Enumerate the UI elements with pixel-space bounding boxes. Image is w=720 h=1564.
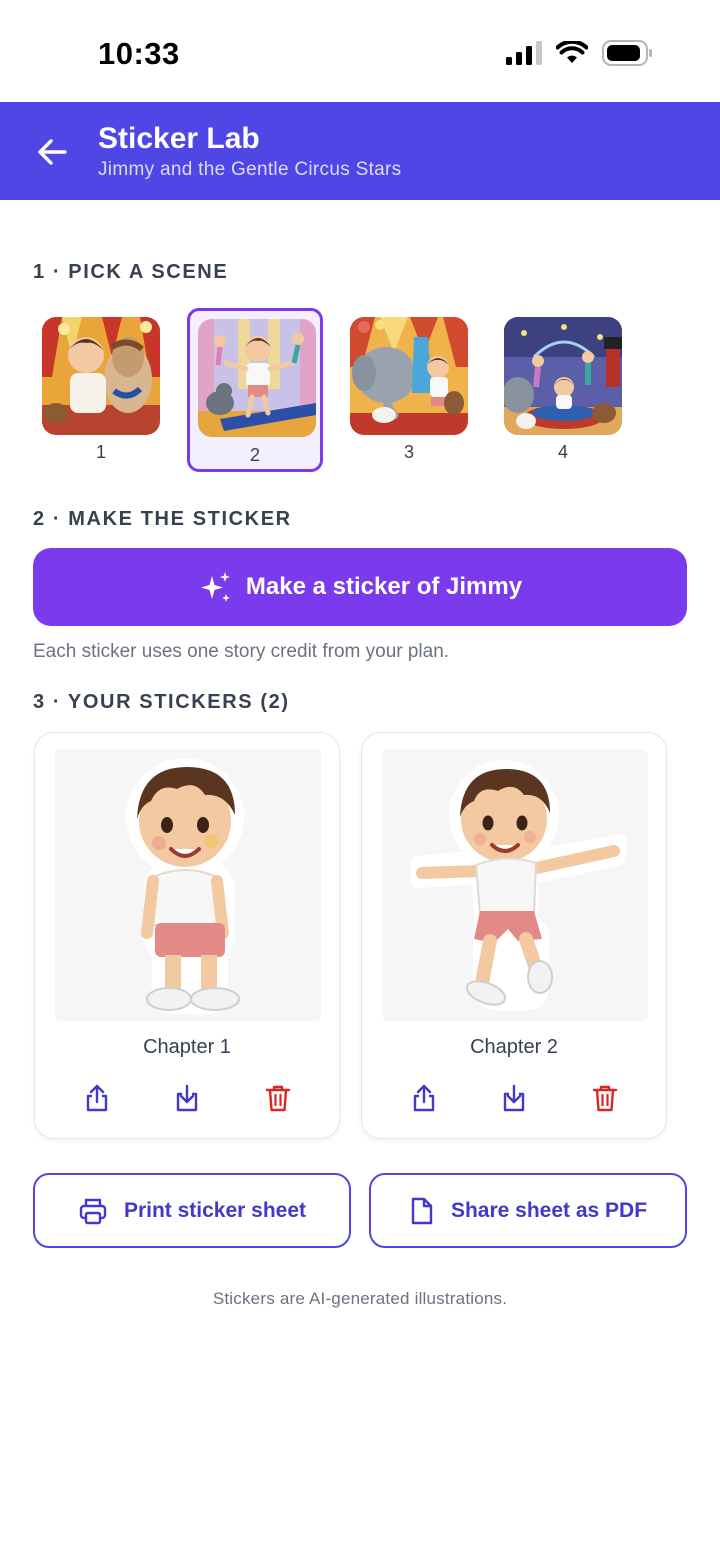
trash-icon (265, 1085, 291, 1112)
scene-number: 4 (557, 442, 568, 462)
sticker-actions (35, 1080, 339, 1116)
scene-number: 3 (403, 442, 414, 462)
share-sheet-pdf-button[interactable]: Share sheet as PDF (369, 1173, 687, 1248)
share-sheet-pdf-label: Share sheet as PDF (450, 1198, 648, 1222)
sticker-card: Chapter 2 (361, 732, 667, 1139)
sticker-image (382, 749, 648, 1021)
trash-icon (592, 1085, 618, 1112)
scene-option-4[interactable]: 4 (495, 308, 631, 472)
download-button[interactable] (496, 1080, 532, 1116)
scene-option-1[interactable]: 1 (33, 308, 169, 472)
scene-number: 1 (95, 442, 106, 462)
signal-icon (506, 41, 542, 65)
scene-thumbnail (350, 317, 468, 435)
share-icon (86, 1084, 108, 1112)
download-icon (176, 1084, 198, 1112)
sticker-caption: Chapter 2 (470, 1036, 558, 1058)
sticker-actions (362, 1080, 666, 1116)
scene-option-3[interactable]: 3 (341, 308, 477, 472)
sticker-caption: Chapter 1 (143, 1036, 231, 1058)
download-icon (503, 1084, 525, 1112)
scene-number: 2 (249, 445, 260, 465)
print-sticker-sheet-button[interactable]: Print sticker sheet (33, 1173, 351, 1248)
app-header: Sticker Lab Jimmy and the Gentle Circus … (0, 102, 720, 200)
scene-thumbnail (504, 317, 622, 435)
credit-note: Each sticker uses one story credit from … (33, 641, 450, 662)
sparkles-icon (200, 572, 230, 602)
scene-thumbnail (198, 319, 316, 437)
document-icon (411, 1197, 433, 1224)
page-subtitle: Jimmy and the Gentle Circus Stars (98, 159, 402, 180)
section-heading-pick-scene: 1 · PICK A SCENE (33, 261, 229, 283)
make-sticker-label: Make a sticker of Jimmy (245, 573, 523, 600)
scene-option-2[interactable]: 2 (187, 308, 323, 472)
status-icons (506, 38, 654, 68)
download-button[interactable] (169, 1080, 205, 1116)
make-sticker-button[interactable]: Make a sticker of Jimmy (33, 548, 687, 626)
battery-icon (602, 40, 652, 66)
print-sticker-sheet-label: Print sticker sheet (123, 1198, 307, 1222)
delete-button[interactable] (587, 1080, 623, 1116)
page-title: Sticker Lab (98, 122, 260, 155)
scene-thumbnail (42, 317, 160, 435)
wifi-icon (556, 41, 588, 63)
status-time: 10:33 (98, 36, 180, 71)
delete-button[interactable] (260, 1080, 296, 1116)
share-button[interactable] (406, 1080, 442, 1116)
section-heading-your-stickers: 3 · YOUR STICKERS (2) (33, 691, 290, 713)
back-button[interactable] (30, 132, 74, 172)
share-button[interactable] (79, 1080, 115, 1116)
section-heading-make-sticker: 2 · MAKE THE STICKER (33, 508, 292, 530)
arrow-left-icon (38, 139, 67, 165)
share-icon (413, 1084, 435, 1112)
sticker-image (55, 749, 321, 1021)
status-bar: 10:33 (0, 0, 720, 102)
printer-icon (79, 1198, 107, 1224)
sticker-card: Chapter 1 (34, 732, 340, 1139)
footer-note: Stickers are AI-generated illustrations. (212, 1289, 508, 1308)
